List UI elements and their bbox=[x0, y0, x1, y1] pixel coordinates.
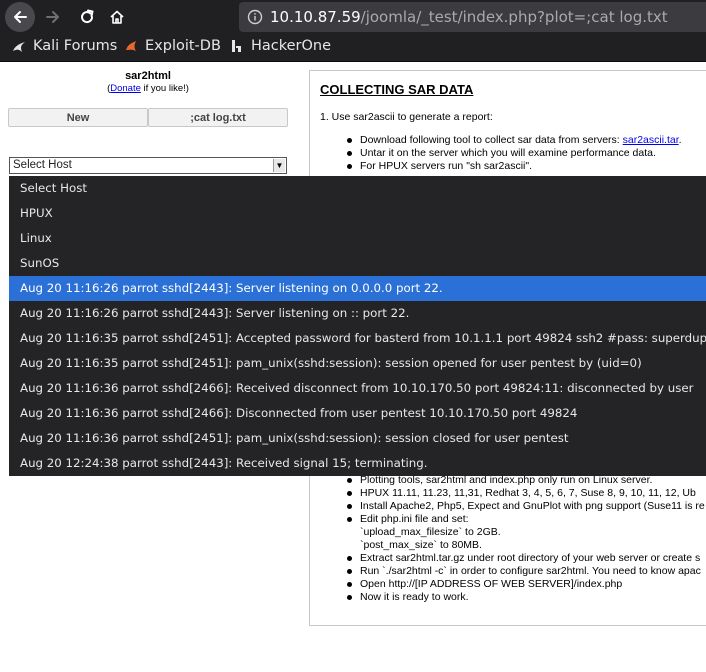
bookmarks-bar: Kali Forums Exploit-DB HackerOne bbox=[0, 33, 706, 62]
bullet-text: For HPUX servers run "sh sar2ascii". bbox=[360, 160, 532, 172]
list-item-sub: `post_max_size` to 80MB. bbox=[360, 539, 482, 551]
top-bullet-list: Download following tool to collect sar d… bbox=[346, 134, 682, 173]
donate-suffix: if you like!) bbox=[140, 83, 189, 94]
dropdown-option[interactable]: HPUX bbox=[9, 201, 706, 226]
select-host-value: Select Host bbox=[13, 159, 72, 171]
donate-link[interactable]: Donate bbox=[110, 83, 141, 94]
forward-arrow-icon bbox=[46, 11, 59, 23]
bookmark-kali-forums[interactable]: Kali Forums bbox=[11, 38, 117, 54]
url-host: 10.10.87.59 bbox=[270, 8, 361, 26]
dropdown-option[interactable]: Aug 20 11:16:36 parrot sshd[2466]: Recei… bbox=[9, 376, 706, 401]
home-button[interactable] bbox=[102, 2, 132, 32]
bookmark-label: HackerOne bbox=[251, 38, 332, 54]
list-item: Now it is ready to work. bbox=[346, 591, 705, 604]
bookmark-label: Exploit-DB bbox=[145, 38, 221, 54]
dropdown-option-highlighted[interactable]: Aug 20 11:16:26 parrot sshd[2443]: Serve… bbox=[9, 276, 706, 301]
bullet-text: Download following tool to collect sar d… bbox=[360, 134, 623, 146]
forward-button[interactable] bbox=[38, 2, 68, 32]
dropdown-option[interactable]: Aug 20 11:16:26 parrot sshd[2443]: Serve… bbox=[9, 301, 706, 326]
chevron-down-icon: ▼ bbox=[273, 159, 285, 172]
bookmark-hackerone[interactable]: HackerOne bbox=[229, 38, 331, 54]
kali-dragon-icon bbox=[11, 38, 27, 54]
url-text[interactable]: 10.10.87.59/joomla/_test/index.php?plot=… bbox=[270, 8, 668, 26]
list-item: Open http://[IP ADDRESS OF WEB SERVER]/i… bbox=[346, 578, 705, 591]
list-item: Run `./sar2html -c` in order to configur… bbox=[346, 565, 705, 578]
list-item: Edit php.ini file and set: bbox=[346, 513, 705, 526]
list-item: For HPUX servers run "sh sar2ascii". bbox=[346, 160, 682, 173]
dropdown-option[interactable]: Aug 20 12:24:38 parrot sshd[2443]: Recei… bbox=[9, 451, 706, 476]
dropdown-option[interactable]: Select Host bbox=[9, 176, 706, 201]
hackerone-icon bbox=[229, 38, 245, 54]
list-item: Download following tool to collect sar d… bbox=[346, 134, 682, 147]
list-item-sub: `upload_max_filesize` to 2GB. bbox=[360, 526, 501, 538]
step-1-text: 1. Use sar2ascii to generate a report: bbox=[320, 111, 493, 123]
instructions-title: COLLECTING SAR DATA bbox=[320, 82, 474, 97]
reload-button[interactable] bbox=[72, 2, 102, 32]
select-host-popup: Select Host HPUX Linux SunOS Aug 20 11:1… bbox=[9, 176, 706, 476]
sar2ascii-link[interactable]: sar2ascii.tar bbox=[623, 134, 679, 146]
reload-icon bbox=[81, 9, 94, 24]
list-item: Install Apache2, Php5, Expect and GnuPlo… bbox=[346, 500, 705, 513]
dropdown-option[interactable]: Aug 20 11:16:36 parrot sshd[2451]: pam_u… bbox=[9, 426, 706, 451]
dropdown-option[interactable]: Aug 20 11:16:35 parrot sshd[2451]: Accep… bbox=[9, 326, 706, 351]
select-host-dropdown[interactable]: Select Host ▼ bbox=[9, 157, 287, 174]
bullet-text-end: . bbox=[678, 134, 682, 146]
home-icon bbox=[110, 10, 124, 24]
back-button[interactable] bbox=[5, 2, 35, 32]
donate-line: (Donate if you like!) bbox=[0, 83, 296, 94]
list-item: HPUX 11.11, 11.23, 11,31, Redhat 3, 4, 5… bbox=[346, 487, 705, 500]
url-bar[interactable]: 10.10.87.59/joomla/_test/index.php?plot=… bbox=[239, 2, 706, 32]
list-item: Extract sar2html.tar.gz under root direc… bbox=[346, 552, 705, 565]
url-path: /joomla/_test/index.php?plot=;cat log.tx… bbox=[360, 8, 668, 26]
exploit-db-icon bbox=[123, 38, 139, 54]
bottom-bullet-list: Plotting tools, sar2html and index.php o… bbox=[346, 474, 705, 604]
dropdown-option[interactable]: Aug 20 11:16:35 parrot sshd[2451]: pam_u… bbox=[9, 351, 706, 376]
back-arrow-icon bbox=[14, 11, 27, 23]
new-button[interactable]: New bbox=[8, 108, 148, 127]
list-item: Untar it on the server which you will ex… bbox=[346, 147, 682, 160]
dropdown-option[interactable]: SunOS bbox=[9, 251, 706, 276]
dropdown-option[interactable]: Linux bbox=[9, 226, 706, 251]
bookmark-exploit-db[interactable]: Exploit-DB bbox=[123, 38, 221, 54]
app-title: sar2html bbox=[125, 70, 171, 82]
bullet-text: Untar it on the server which you will ex… bbox=[360, 147, 656, 159]
bookmark-label: Kali Forums bbox=[33, 38, 118, 54]
dropdown-option[interactable]: Aug 20 11:16:36 parrot sshd[2466]: Disco… bbox=[9, 401, 706, 426]
browser-toolbar: 10.10.87.59/joomla/_test/index.php?plot=… bbox=[0, 0, 706, 33]
info-icon[interactable] bbox=[247, 9, 263, 25]
plot-command-button[interactable]: ;cat log.txt bbox=[148, 108, 288, 127]
